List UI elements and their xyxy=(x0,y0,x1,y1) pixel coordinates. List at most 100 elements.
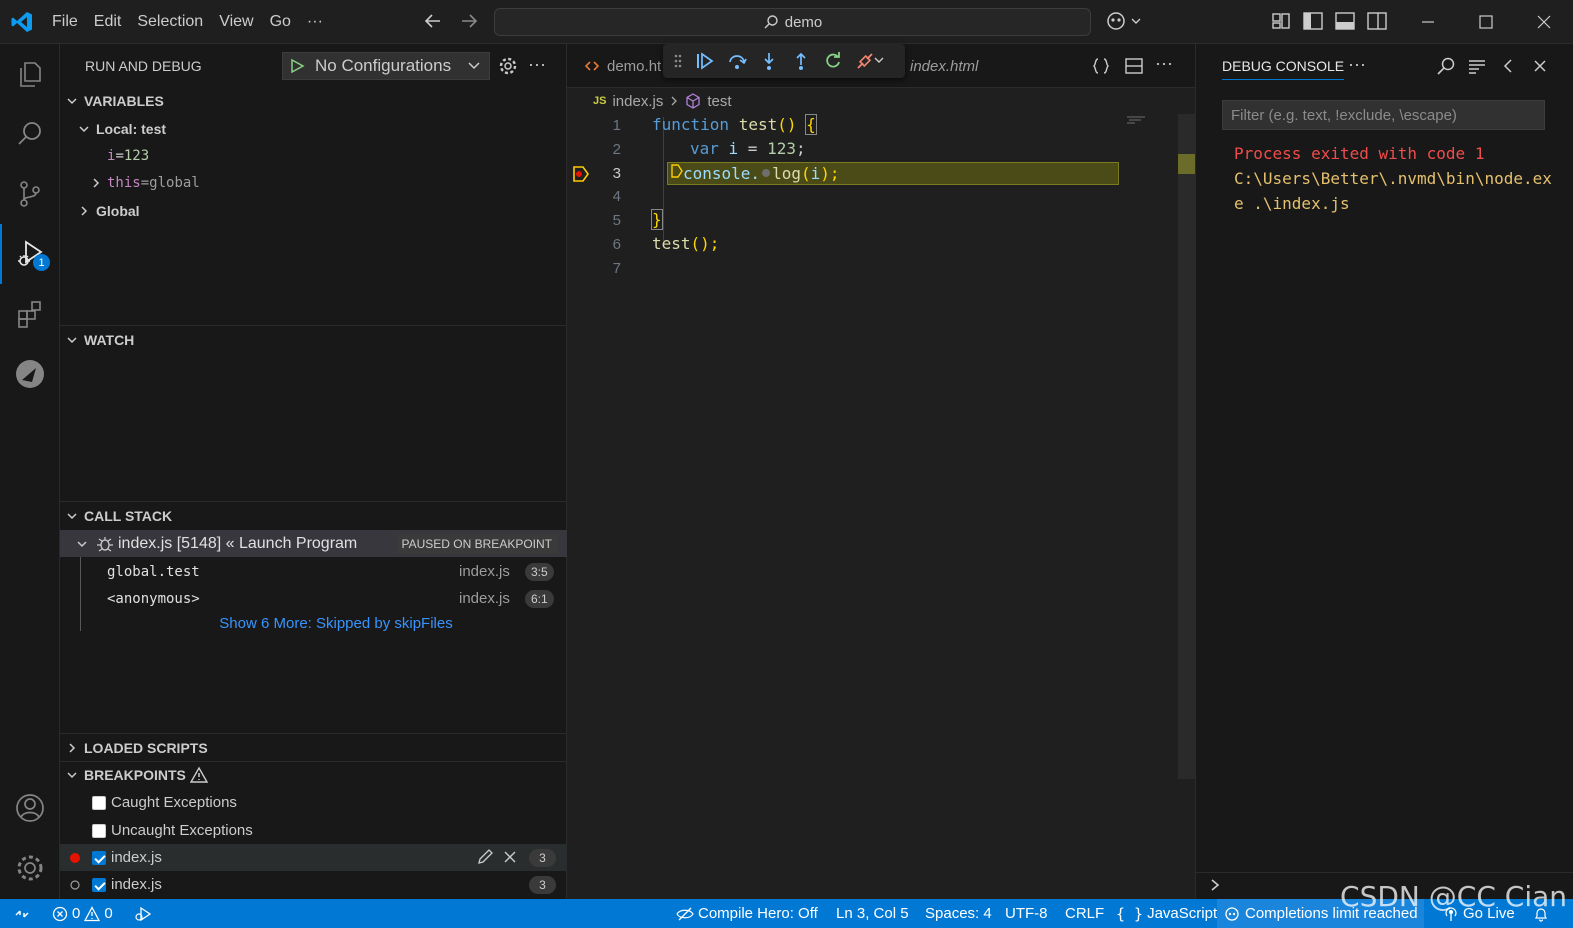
code-line-5[interactable]: } xyxy=(651,209,663,230)
stack-frame-row[interactable]: global.test index.js 3:5 xyxy=(60,558,567,585)
breakpoint-item[interactable]: index.js 3 xyxy=(60,871,567,898)
breakpoints-section-header[interactable]: BREAKPOINTS xyxy=(60,762,567,788)
code-line-3[interactable]: console. log(i); xyxy=(671,163,840,183)
call-stack-thread-row[interactable]: index.js [5148] « Launch Program PAUSED … xyxy=(60,530,567,557)
variable-eq: = xyxy=(115,147,124,164)
forward-arrow-icon[interactable] xyxy=(458,10,480,32)
step-into-icon[interactable] xyxy=(759,51,779,71)
menu-edit[interactable]: Edit xyxy=(86,13,130,31)
indentation[interactable]: Spaces: 4 xyxy=(925,899,992,928)
close-window-icon[interactable] xyxy=(1515,0,1573,44)
step-out-icon[interactable] xyxy=(791,51,811,71)
breakpoint-enabled-checkbox[interactable] xyxy=(92,877,106,892)
breakpoint-stopped-icon[interactable] xyxy=(572,165,590,183)
start-debugging-icon[interactable] xyxy=(289,58,305,74)
language-mode[interactable]: { } JavaScript xyxy=(1116,899,1217,928)
toggle-panel-icon[interactable] xyxy=(1334,8,1356,34)
variable-row-this[interactable]: this = global xyxy=(60,169,567,196)
copilot-completions-status[interactable]: Completions limit reached xyxy=(1217,899,1424,928)
braces-icon[interactable] xyxy=(1091,56,1111,76)
remote-explorer-icon[interactable] xyxy=(0,344,60,404)
menu-file[interactable]: File xyxy=(44,13,86,31)
restart-icon[interactable] xyxy=(823,51,843,71)
end-of-line[interactable]: CRLF xyxy=(1065,899,1104,928)
stack-frame-row[interactable]: <anonymous> index.js 6:1 xyxy=(60,585,567,612)
remote-indicator[interactable] xyxy=(0,899,44,928)
stack-frame-file: index.js xyxy=(459,563,510,580)
drag-handle-icon[interactable] xyxy=(673,53,683,69)
tab-demo-html[interactable]: demo.ht xyxy=(585,44,661,88)
run-debug-icon[interactable]: 1 xyxy=(0,224,60,284)
caught-exceptions-checkbox[interactable] xyxy=(92,795,106,810)
sidebar-more-actions[interactable]: ··· xyxy=(528,54,546,75)
debug-console-tab[interactable]: DEBUG CONSOLE xyxy=(1222,58,1345,80)
accounts-icon[interactable] xyxy=(0,778,60,838)
edit-breakpoint-pencil-icon[interactable] xyxy=(476,848,494,866)
disconnect-icon[interactable] xyxy=(855,51,885,71)
explorer-icon[interactable] xyxy=(0,44,60,104)
copilot-menu[interactable] xyxy=(1106,8,1144,34)
minimize-icon[interactable] xyxy=(1399,0,1457,44)
breadcrumb-symbol[interactable]: test xyxy=(707,93,731,110)
chevron-left-icon[interactable] xyxy=(1500,57,1516,75)
code-line-6[interactable]: test(); xyxy=(652,234,719,253)
tab-index-html[interactable]: index.html xyxy=(910,44,978,88)
breadcrumb-file[interactable]: index.js xyxy=(612,93,663,110)
remove-breakpoint-close-icon[interactable] xyxy=(502,849,518,865)
breakpoint-caught-exceptions[interactable]: Caught Exceptions xyxy=(60,789,567,816)
open-launch-json-gear-icon[interactable] xyxy=(498,56,518,76)
continue-icon[interactable] xyxy=(695,51,715,71)
local-scope-row[interactable]: Local: test xyxy=(60,115,567,142)
uncaught-exceptions-checkbox[interactable] xyxy=(92,823,106,838)
source-control-icon[interactable] xyxy=(0,164,60,224)
filter-search-icon[interactable] xyxy=(1436,56,1456,76)
console-filter-input[interactable]: Filter (e.g. text, !exclude, \escape) xyxy=(1222,100,1545,130)
cursor-position[interactable]: Ln 3, Col 5 xyxy=(836,899,909,928)
toggle-secondary-sidebar-icon[interactable] xyxy=(1366,8,1388,34)
breakpoint-enabled-checkbox[interactable] xyxy=(92,850,106,865)
inline-breakpoint-dot-icon[interactable] xyxy=(760,167,772,179)
call-stack-section-header[interactable]: CALL STACK xyxy=(60,503,567,529)
editor-scrollbar[interactable] xyxy=(1178,114,1195,779)
notifications-bell-icon[interactable] xyxy=(1533,899,1549,928)
console-output-line: Process exited with code 1 xyxy=(1234,144,1485,163)
close-panel-icon[interactable] xyxy=(1532,57,1548,75)
menu-more[interactable]: ··· xyxy=(299,13,331,31)
variable-row-i[interactable]: i = 123 xyxy=(60,142,567,169)
editor-more-actions[interactable]: ··· xyxy=(1155,53,1173,74)
toggle-primary-sidebar-icon[interactable] xyxy=(1302,8,1324,34)
watch-section-header[interactable]: WATCH xyxy=(60,327,567,353)
menu-view[interactable]: View xyxy=(211,13,261,31)
repl-prompt-chevron-icon[interactable] xyxy=(1208,876,1222,894)
breakpoint-item[interactable]: index.js 3 xyxy=(60,844,567,871)
encoding[interactable]: UTF-8 xyxy=(1005,899,1048,928)
menu-go[interactable]: Go xyxy=(262,13,299,31)
split-editor-icon[interactable] xyxy=(1124,56,1144,76)
search-view-icon[interactable] xyxy=(0,104,60,164)
code-line-1[interactable]: function test() { xyxy=(652,114,817,135)
variables-section-header[interactable]: VARIABLES xyxy=(60,88,567,114)
manage-gear-icon[interactable] xyxy=(0,838,60,898)
debug-status[interactable] xyxy=(134,899,152,928)
loaded-scripts-section-header[interactable]: LOADED SCRIPTS xyxy=(60,735,567,761)
maximize-icon[interactable] xyxy=(1457,0,1515,44)
problems-indicator[interactable]: 0 0 xyxy=(52,899,113,928)
code-line-2[interactable]: var i = 123; xyxy=(690,139,806,158)
panel-more-actions[interactable]: ··· xyxy=(1348,54,1366,75)
menu-selection[interactable]: Selection xyxy=(129,13,211,31)
vscode-logo-icon xyxy=(10,10,34,34)
clear-console-icon[interactable] xyxy=(1467,56,1487,76)
breakpoint-uncaught-exceptions[interactable]: Uncaught Exceptions xyxy=(60,817,567,844)
step-over-icon[interactable] xyxy=(727,51,747,71)
minimap[interactable] xyxy=(1125,116,1147,124)
global-scope-row[interactable]: Global xyxy=(60,197,567,224)
extensions-icon[interactable] xyxy=(0,284,60,344)
debug-config-select[interactable]: No Configurations xyxy=(282,52,490,80)
compile-hero-toggle[interactable]: Compile Hero: Off xyxy=(676,899,818,928)
back-arrow-icon[interactable] xyxy=(422,10,444,32)
go-live-button[interactable]: Go Live xyxy=(1443,899,1515,928)
customize-layout-icon[interactable] xyxy=(1270,8,1292,34)
caught-exceptions-label: Caught Exceptions xyxy=(111,794,237,811)
command-center[interactable]: demo xyxy=(494,8,1091,36)
show-more-frames-link[interactable]: Show 6 More: Skipped by skipFiles xyxy=(60,610,567,637)
